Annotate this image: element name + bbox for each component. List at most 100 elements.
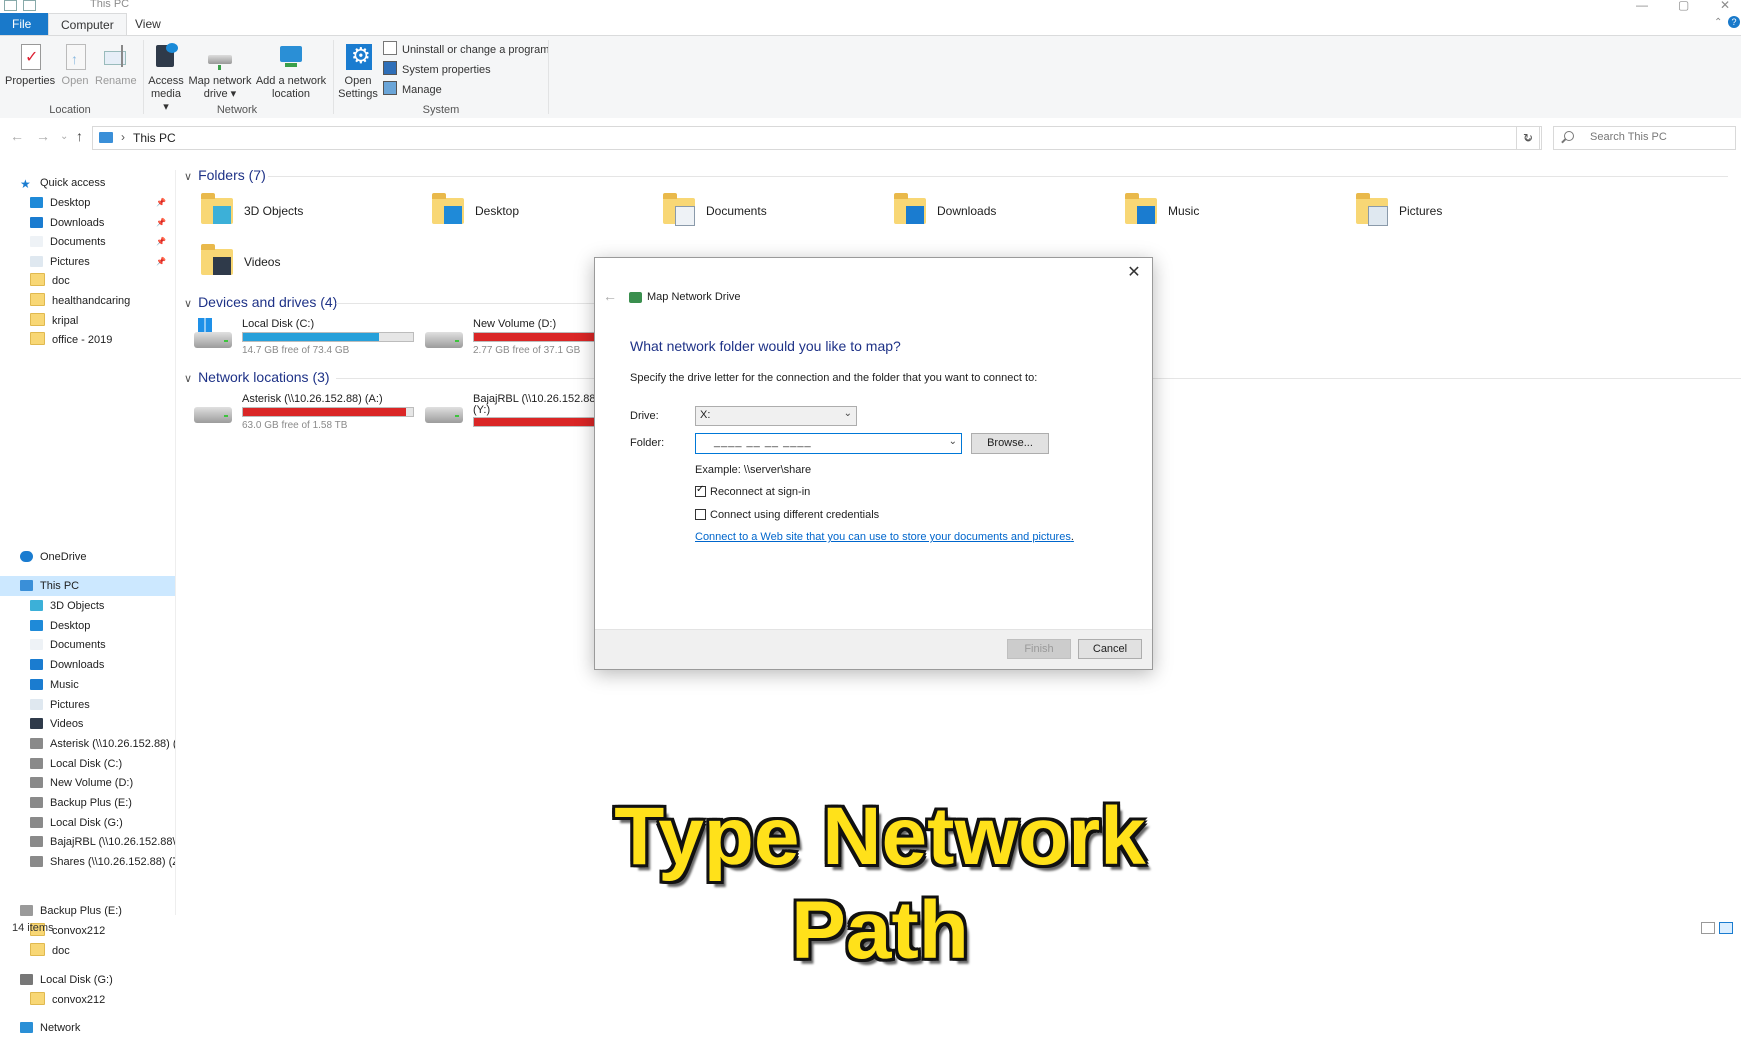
ribbon-tabs: File Computer View ⌃ ? xyxy=(0,13,1741,36)
reconnect-checkbox-row[interactable]: Reconnect at sign-in xyxy=(695,484,810,498)
large-icons-view-icon[interactable] xyxy=(1719,922,1733,934)
open-settings-button[interactable]: ⚙ Open Settings xyxy=(337,38,379,101)
drive-icon xyxy=(30,856,43,868)
pin-icon[interactable]: 📌 xyxy=(156,252,166,272)
folders-section-header[interactable]: ∨ Folders (7) xyxy=(184,167,266,183)
minimize-button[interactable]: — xyxy=(1636,0,1648,12)
folder-desktop[interactable]: Desktop xyxy=(432,193,652,242)
connect-website-link[interactable]: Connect to a Web site that you can use t… xyxy=(695,531,1074,543)
settings-gear-icon: ⚙ xyxy=(344,43,372,71)
quick-access-toolbar[interactable] xyxy=(4,0,42,14)
tab-view[interactable]: View xyxy=(123,13,173,35)
drive-select-value: X: xyxy=(700,409,711,421)
nav-item-backup-plus-e[interactable]: Backup Plus (E:) xyxy=(30,793,175,813)
address-bar[interactable]: › This PC ⌄ xyxy=(92,126,1542,150)
drive-letter-select[interactable]: X: ⌄ xyxy=(695,406,857,426)
nav-item-kripal[interactable]: kripal xyxy=(30,311,170,331)
credentials-checkbox-row[interactable]: Connect using different credentials xyxy=(695,509,879,521)
map-network-drive-button[interactable]: Map network drive ▾ xyxy=(188,38,252,101)
nav-item-downloads[interactable]: Downloads xyxy=(30,655,175,675)
uninstall-program-button[interactable]: Uninstall or change a program xyxy=(383,41,549,59)
properties-button[interactable]: ✓ Properties xyxy=(5,38,55,88)
new-folder-qa-icon[interactable] xyxy=(23,0,36,11)
folder-music[interactable]: Music xyxy=(1125,193,1345,242)
folder-videos[interactable]: Videos xyxy=(201,244,421,293)
search-input[interactable]: Search This PC xyxy=(1553,126,1736,150)
nav-item-music[interactable]: Music xyxy=(30,675,175,695)
nav-item-documents[interactable]: Documents 📌 xyxy=(30,232,170,252)
pin-icon[interactable]: 📌 xyxy=(156,232,166,252)
nav-item-desktop[interactable]: Desktop 📌 xyxy=(30,193,170,213)
folder-downloads[interactable]: Downloads xyxy=(894,193,1114,242)
back-arrow-icon[interactable]: ← xyxy=(10,128,24,144)
dialog-back-arrow-icon[interactable]: ← xyxy=(603,288,617,304)
drive-icon xyxy=(30,777,43,789)
tab-file[interactable]: File xyxy=(0,13,49,35)
nav-item-videos[interactable]: Videos xyxy=(30,714,175,734)
network-location-0[interactable]: Asterisk (\\10.26.152.88) (A:) 63.0 GB fr… xyxy=(194,393,424,439)
details-view-icon[interactable] xyxy=(1701,922,1715,934)
manage-button[interactable]: Manage xyxy=(383,81,442,99)
system-properties-button[interactable]: System properties xyxy=(383,61,491,79)
nav-item-desktop[interactable]: Desktop xyxy=(30,616,175,636)
rename-button[interactable]: Rename xyxy=(95,38,137,88)
drive-0[interactable]: Local Disk (C:) 14.7 GB free of 73.4 GB xyxy=(194,318,424,364)
drive-label: Drive: xyxy=(630,410,659,422)
devices-section-header[interactable]: ∨ Devices and drives (4) xyxy=(184,294,337,310)
up-arrow-icon[interactable]: ↑ xyxy=(76,128,83,144)
help-icon[interactable]: ? xyxy=(1728,16,1740,28)
pin-icon[interactable]: 📌 xyxy=(156,213,166,233)
recent-locations-icon[interactable]: ⌄ xyxy=(60,131,68,142)
folder-path-input[interactable]: ____ __ __ ____ ⌄ xyxy=(695,433,962,454)
close-window-button[interactable]: ✕ xyxy=(1720,0,1730,12)
nav-item-shares-10-26-152-88-z[interactable]: Shares (\\10.26.152.88) (Z:) xyxy=(30,852,175,872)
folder-documents[interactable]: Documents xyxy=(663,193,883,242)
nav-item-new-volume-d[interactable]: New Volume (D:) xyxy=(30,773,175,793)
drive-icon xyxy=(30,836,43,848)
browse-button[interactable]: Browse... xyxy=(971,433,1049,454)
nav-item-local-disk-g[interactable]: Local Disk (G:) xyxy=(30,813,175,833)
nav-item-downloads[interactable]: Downloads 📌 xyxy=(30,213,170,233)
nav-item-doc[interactable]: doc xyxy=(30,941,170,961)
tab-computer[interactable]: Computer xyxy=(48,13,127,36)
downloads-overlay-icon xyxy=(906,206,924,224)
nav-item-convox212[interactable]: convox212 xyxy=(30,990,170,1010)
nav-item-local-disk-c[interactable]: Local Disk (C:) xyxy=(30,754,175,774)
nav-network[interactable]: Network xyxy=(20,1018,170,1038)
chevron-down-icon[interactable]: ⌄ xyxy=(949,436,957,447)
nav-item-doc[interactable]: doc xyxy=(30,271,170,291)
cancel-button[interactable]: Cancel xyxy=(1078,639,1142,659)
properties-qa-icon[interactable] xyxy=(4,0,17,11)
nav-item-documents[interactable]: Documents xyxy=(30,635,175,655)
network-locations-section-header[interactable]: ∨ Network locations (3) xyxy=(184,369,330,385)
nav-item-bajajrbl-10-26-152-88-sh[interactable]: BajajRBL (\\10.26.152.88\sh xyxy=(30,832,175,852)
nav-quick-access[interactable]: ★ Quick access xyxy=(20,173,170,193)
nav-item-office-2019[interactable]: office - 2019 xyxy=(30,330,170,350)
nav-local-disk-g[interactable]: Local Disk (G:) xyxy=(20,970,170,990)
add-network-location-button[interactable]: Add a network location xyxy=(254,38,328,101)
maximize-button[interactable]: ▢ xyxy=(1678,0,1689,12)
nav-item-healthandcaring[interactable]: healthandcaring xyxy=(30,291,170,311)
different-credentials-checkbox[interactable] xyxy=(695,509,706,520)
nav-item-label: 3D Objects xyxy=(50,600,105,612)
dialog-close-icon[interactable]: ✕ xyxy=(1124,262,1144,282)
finish-button[interactable]: Finish xyxy=(1007,639,1071,659)
nav-this-pc[interactable]: This PC xyxy=(0,576,175,596)
nav-item-3d-objects[interactable]: 3D Objects xyxy=(30,596,175,616)
breadcrumb-chevron-icon[interactable]: › xyxy=(121,130,125,144)
reconnect-checkbox[interactable] xyxy=(695,484,706,497)
breadcrumb[interactable]: This PC xyxy=(133,131,176,145)
access-media-button[interactable]: Access media ▾ xyxy=(148,38,184,114)
nav-onedrive[interactable]: OneDrive xyxy=(20,547,170,567)
folder-3d-objects[interactable]: 3D Objects xyxy=(201,193,421,242)
folder-icon xyxy=(894,193,926,224)
nav-item-pictures[interactable]: Pictures 📌 xyxy=(30,252,170,272)
refresh-button[interactable]: ↻ xyxy=(1516,126,1540,150)
nav-item-asterisk-10-26-152-88-a[interactable]: Asterisk (\\10.26.152.88) (A xyxy=(30,734,175,754)
forward-arrow-icon[interactable]: → xyxy=(36,128,50,144)
open-button[interactable]: ↑ Open xyxy=(60,38,90,88)
folder-pictures[interactable]: Pictures xyxy=(1356,193,1576,242)
nav-item-pictures[interactable]: Pictures xyxy=(30,695,175,715)
ribbon-collapse-icon[interactable]: ⌃ xyxy=(1714,17,1722,28)
pin-icon[interactable]: 📌 xyxy=(156,193,166,213)
